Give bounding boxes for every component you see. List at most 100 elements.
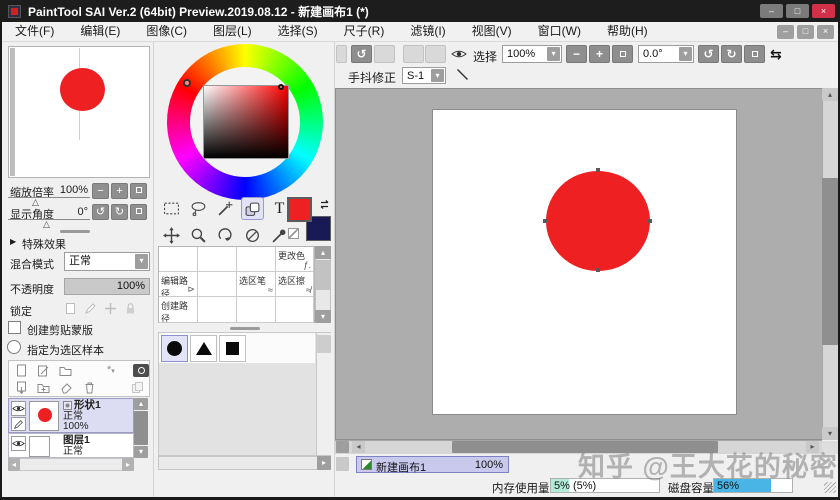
tool-cell-empty[interactable] [198,297,237,323]
tool-cell-empty[interactable] [276,297,314,323]
shape-handle-top[interactable] [596,168,600,172]
menu-view[interactable]: 视图(V) [459,22,525,41]
shape-handle-bottom[interactable] [596,268,600,272]
selection-sample-radio[interactable] [7,340,21,354]
viewport-scroll-down-button[interactable]: ▾ [822,427,838,440]
menu-window[interactable]: 窗口(W) [525,22,594,41]
canvas-angle-reset-button[interactable] [744,45,765,63]
reset-view-tool-button[interactable] [241,224,264,247]
tool-create-path[interactable]: 创建路径 [159,297,198,323]
new-layer-icon[interactable] [15,364,29,377]
menu-file[interactable]: 文件(F) [2,22,67,41]
new-sketch-layer-icon[interactable] [37,364,51,377]
viewport-scroll-up-button[interactable]: ▴ [822,88,838,101]
panel-divider-grip[interactable] [60,230,90,233]
tool-list-scroll-down-button[interactable]: ▾ [315,310,331,323]
angle-reset-button[interactable] [130,204,147,220]
shape-handle-left[interactable] [543,219,547,223]
merge-folder-icon[interactable] [37,381,51,394]
blend-mode-select[interactable]: 正常 ▾ [64,252,150,271]
shape-handle-right[interactable] [648,219,652,223]
navigator-preview[interactable] [8,46,150,178]
drawn-red-circle[interactable] [546,171,650,271]
special-effects-header[interactable]: 特殊效果 [22,236,66,252]
tool-cell-empty[interactable] [237,247,276,272]
stabilizer-combo[interactable]: S-1 ▾ [402,67,446,84]
redo-button[interactable] [374,45,395,63]
menu-ruler[interactable]: 尺子(R) [331,22,398,41]
mdi-close-button[interactable]: × [817,24,834,39]
new-folder-icon[interactable] [59,364,73,377]
move-tool-button[interactable] [160,224,183,247]
lock-move-icon[interactable] [104,302,117,315]
layers-hscrollbar-track[interactable] [8,458,134,471]
tool-selection-eraser[interactable]: 选区擦 ≉ [276,272,314,297]
menu-layer[interactable]: 图层(L) [200,22,265,41]
flip-horizontal-icon[interactable]: ⇆ [770,46,782,63]
canvas-zoom-in-button[interactable]: + [589,45,610,63]
viewport-scroll-left-button[interactable]: ◂ [352,441,365,453]
mdi-minimize-button[interactable]: – [777,24,794,39]
layer-item-shape1[interactable]: 形状1 正常 100% [8,398,134,433]
canvas-zoom-reset-button[interactable] [612,45,633,63]
transfer-down-icon[interactable] [15,381,29,394]
rotate-view-tool-button[interactable] [214,224,237,247]
tool-cell-empty[interactable] [198,247,237,272]
tool-list-scroll-up-button[interactable]: ▴ [315,246,331,259]
rotate-cw-button[interactable]: ↻ [111,204,128,220]
menu-image[interactable]: 图像(C) [133,22,200,41]
collapse-arrow-icon[interactable]: ▶ [10,237,16,246]
tool-cell-empty[interactable] [159,247,198,272]
duplicate-layer-icon[interactable] [131,381,145,394]
minimize-button[interactable]: – [760,4,783,18]
hue-marker[interactable] [183,79,191,87]
lasso-tool-button[interactable] [187,197,210,220]
zoom-reset-button[interactable] [130,183,147,199]
undo-button[interactable]: ↺ [351,45,372,63]
delete-layer-icon[interactable] [83,381,97,394]
canvas-angle-combo[interactable]: 0.0° ▾ [638,45,694,63]
foreground-color-swatch[interactable] [287,197,312,222]
menu-edit[interactable]: 编辑(E) [67,22,133,41]
zoom-in-button[interactable]: + [111,183,128,199]
zoom-slider-marker[interactable]: △ [32,198,39,207]
tool-change-color[interactable]: 更改色 ƒ. [276,247,314,272]
line-stroke-icon[interactable] [456,68,469,81]
tool-cell-empty[interactable] [198,272,237,297]
panel-divider-grip[interactable] [230,327,260,330]
chevron-down-icon[interactable]: ▾ [679,47,692,61]
mdi-restore-button[interactable]: □ [797,24,814,39]
layers-scroll-up-button[interactable]: ▴ [134,398,148,410]
canvas-rotate-ccw-button[interactable]: ↺ [698,45,719,63]
swap-colors-icon[interactable] [319,198,332,211]
layer-visibility-toggle[interactable] [11,436,26,451]
layer-item-layer1[interactable]: 图层1 正常 [8,433,134,458]
tool-edit-path[interactable]: 编辑路径 ⊳ [159,272,198,297]
menu-filter[interactable]: 滤镜(I) [397,22,458,41]
menu-select[interactable]: 选择(S) [265,22,331,41]
chevron-down-icon[interactable]: ▾ [547,47,560,61]
shape-item-triangle[interactable] [190,335,217,362]
chevron-down-icon[interactable]: ▾ [135,254,148,269]
shape-palette-scrollbar-thumb[interactable] [316,335,331,353]
menu-help[interactable]: 帮助(H) [594,22,661,41]
layer-visibility-toggle[interactable] [11,401,26,416]
shape-select-tool-button[interactable] [241,197,264,220]
saturation-value-square[interactable] [203,85,289,159]
document-tab[interactable]: 新建画布1 100% [356,456,509,474]
invert-selection-button[interactable] [425,45,446,63]
tab-scroll-button[interactable] [336,457,349,471]
clear-layer-icon[interactable] [59,381,73,394]
canvas-rotate-cw-button[interactable]: ↻ [721,45,742,63]
lock-pencil-icon[interactable] [84,302,97,315]
angle-slider-marker[interactable]: △ [43,220,50,229]
panel-toggle-button[interactable] [336,45,347,63]
clipping-mask-checkbox[interactable] [8,321,21,334]
layers-scrollbar-thumb[interactable] [134,411,148,445]
magic-wand-tool-button[interactable] [214,197,237,220]
tool-cell-empty[interactable] [237,297,276,323]
canvas-zoom-out-button[interactable]: − [566,45,587,63]
navigator-zoom-slider[interactable] [8,197,90,198]
layers-scroll-right-button[interactable]: ▸ [122,458,134,471]
shape-palette-hscrollbar-track[interactable] [158,456,331,470]
